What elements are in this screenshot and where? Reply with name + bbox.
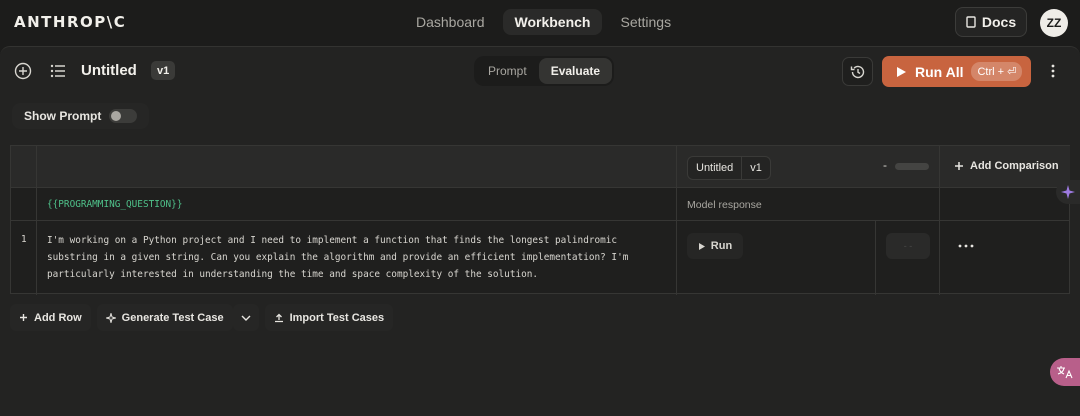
column-model-chip[interactable]: Untitled v1 [687,156,771,180]
history-button[interactable] [842,57,873,86]
test-case-table: Untitled v1 - Add Comparison {{PROGRAMMI… [10,145,1070,295]
run-row-label: Run [710,240,733,252]
docs-label: Docs [981,14,1017,30]
input-line: particularly interested in understanding… [47,269,539,280]
upload-icon [274,313,283,322]
import-test-cases-button[interactable]: Import Test Cases [264,304,394,331]
run-row-button[interactable]: Run [687,233,743,259]
sparkle-icon [105,312,116,323]
var-output-cell: Model response [677,188,940,221]
row-index: 1 [21,234,27,245]
play-icon [897,66,906,77]
tab-evaluate[interactable]: Evaluate [538,58,613,84]
history-icon [850,65,864,78]
add-row-button[interactable]: Add Row [10,304,91,331]
generate-test-case-button[interactable]: Generate Test Case [96,304,233,331]
add-comparison-label: Add Comparison [970,160,1059,172]
docs-button[interactable]: Docs [955,7,1027,37]
column-dash: - [883,158,887,172]
list-icon[interactable] [45,58,71,84]
add-row-label: Add Row [34,311,82,324]
variable-header[interactable]: {{PROGRAMMING_QUESTION}} [47,196,182,213]
plus-icon [955,162,963,170]
column-version: v1 [741,157,770,179]
add-comparison-button[interactable]: Add Comparison [954,160,1059,172]
top-nav: ANTHROP\C Dashboard Workbench Settings D… [0,0,1080,46]
more-vertical-icon[interactable] [1044,61,1062,81]
row-index-cell: 1 [11,221,37,295]
column-name: Untitled [696,162,734,174]
main-nav: Dashboard Workbench Settings [404,9,683,35]
nav-dashboard[interactable]: Dashboard [404,9,497,35]
play-icon [698,242,705,250]
row-input-cell[interactable]: I'm working on a Python project and I ne… [37,221,677,295]
model-response-label: Model response [687,199,762,211]
var-extra-cell [940,188,1070,221]
run-all-label: Run All [915,63,964,80]
table-actions: Add Row Generate Test Case Import Test C… [10,304,394,331]
nav-settings[interactable]: Settings [608,9,683,35]
user-avatar[interactable]: ZZ [1040,9,1068,37]
header-column-cell: Untitled v1 - [677,146,940,188]
plus-icon [20,314,27,321]
show-prompt-toggle[interactable] [109,109,138,123]
brand-logo[interactable]: ANTHROP\C [14,13,126,31]
nav-workbench[interactable]: Workbench [502,9,603,35]
chevron-down-icon [241,315,251,321]
workbench-panel: Untitled v1 Prompt Evaluate Run All Ctrl… [0,46,1080,416]
row-input-text: I'm working on a Python project and I ne… [47,232,628,283]
add-circle-icon[interactable] [10,58,36,84]
rating-select[interactable]: - - [886,233,930,259]
row-rating-cell: - - [876,221,940,295]
var-input-cell: {{PROGRAMMING_QUESTION}} [37,188,677,221]
import-test-cases-label: Import Test Cases [289,311,385,324]
header-input-cell [37,146,677,188]
row-output-cell: Run [677,221,876,295]
generate-test-case-label: Generate Test Case [121,311,224,324]
mode-tabs: Prompt Evaluate [474,56,615,86]
row-more-icon[interactable] [958,235,974,253]
book-icon [966,16,976,28]
toggle-knob [111,111,122,121]
row-actions-cell [940,221,1070,295]
run-all-button[interactable]: Run All Ctrl + ⏎ [882,56,1031,87]
version-badge[interactable]: v1 [151,61,176,80]
column-score-bar [895,163,929,170]
input-line: I'm working on a Python project and I ne… [47,235,618,246]
show-prompt-row: Show Prompt [12,103,150,129]
var-index-cell [11,188,37,221]
show-prompt-label: Show Prompt [24,109,102,123]
header-index-cell [11,146,37,188]
tab-prompt[interactable]: Prompt [476,58,539,84]
input-line: substring in a given string. Can you exp… [47,252,629,263]
header-add-cell: Add Comparison [940,146,1070,188]
toolbar: Untitled v1 Prompt Evaluate Run All Ctrl… [0,47,1080,95]
translate-icon[interactable] [1050,358,1080,386]
prompt-title[interactable]: Untitled [81,62,137,79]
sparkle-icon[interactable] [1056,180,1080,204]
run-all-shortcut: Ctrl + ⏎ [971,62,1023,81]
generate-options-button[interactable] [232,304,259,331]
